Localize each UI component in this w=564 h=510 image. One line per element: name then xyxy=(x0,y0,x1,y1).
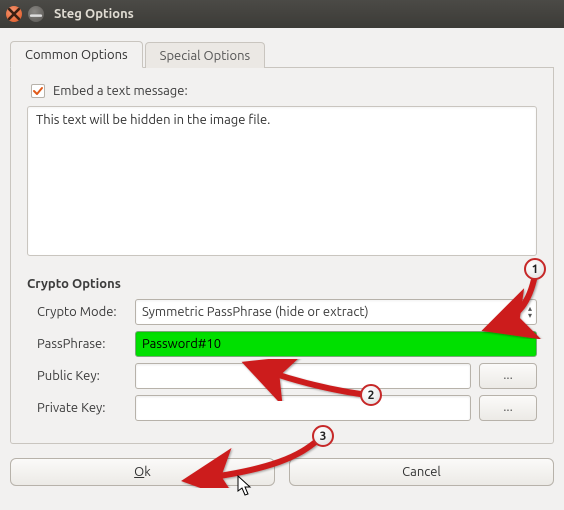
tab-page-common: Embed a text message: Crypto Options Cry… xyxy=(10,68,554,444)
dialog-button-row: Ok Cancel xyxy=(10,458,554,486)
crypto-mode-select[interactable]: Symmetric PassPhrase (hide or extract) ▴… xyxy=(135,299,537,325)
passphrase-row: PassPhrase: xyxy=(27,331,537,357)
dialog-body: Common Options Special Options Embed a t… xyxy=(0,28,564,498)
tab-bar: Common Options Special Options xyxy=(10,38,554,68)
private-key-browse-button[interactable]: ... xyxy=(479,395,537,421)
embed-text-checkbox[interactable] xyxy=(31,84,45,98)
window-title: Steg Options xyxy=(54,7,134,21)
embed-text-area[interactable] xyxy=(27,106,537,256)
embed-checkbox-label: Embed a text message: xyxy=(53,84,188,98)
public-key-row: Public Key: ... xyxy=(27,363,537,389)
cancel-label: Cancel xyxy=(402,465,441,479)
public-key-label: Public Key: xyxy=(27,369,127,383)
crypto-mode-value: Symmetric PassPhrase (hide or extract) xyxy=(142,305,369,319)
ok-button[interactable]: Ok xyxy=(10,458,275,486)
tab-common-options[interactable]: Common Options xyxy=(10,41,143,68)
cancel-button[interactable]: Cancel xyxy=(289,458,554,486)
tab-special-options[interactable]: Special Options xyxy=(145,42,266,68)
window-titlebar: Steg Options xyxy=(0,0,564,28)
public-key-browse-button[interactable]: ... xyxy=(479,363,537,389)
tab-label: Special Options xyxy=(160,49,251,63)
window-close-icon[interactable] xyxy=(6,6,22,22)
crypto-options-header: Crypto Options xyxy=(27,277,537,291)
browse-label: ... xyxy=(503,368,513,382)
passphrase-input[interactable] xyxy=(135,331,537,357)
crypto-mode-label: Crypto Mode: xyxy=(27,305,127,319)
embed-checkbox-row: Embed a text message: xyxy=(31,84,537,98)
window-minimize-icon[interactable] xyxy=(28,6,44,22)
private-key-label: Private Key: xyxy=(27,401,127,415)
ok-label: Ok xyxy=(134,465,151,479)
private-key-row: Private Key: ... xyxy=(27,395,537,421)
tab-label: Common Options xyxy=(25,48,128,62)
browse-label: ... xyxy=(503,400,513,414)
crypto-mode-row: Crypto Mode: Symmetric PassPhrase (hide … xyxy=(27,299,537,325)
public-key-input[interactable] xyxy=(135,363,471,389)
checkmark-icon xyxy=(32,85,44,97)
passphrase-label: PassPhrase: xyxy=(27,337,127,351)
private-key-input[interactable] xyxy=(135,395,471,421)
spin-arrows-icon: ▴▾ xyxy=(528,305,532,319)
